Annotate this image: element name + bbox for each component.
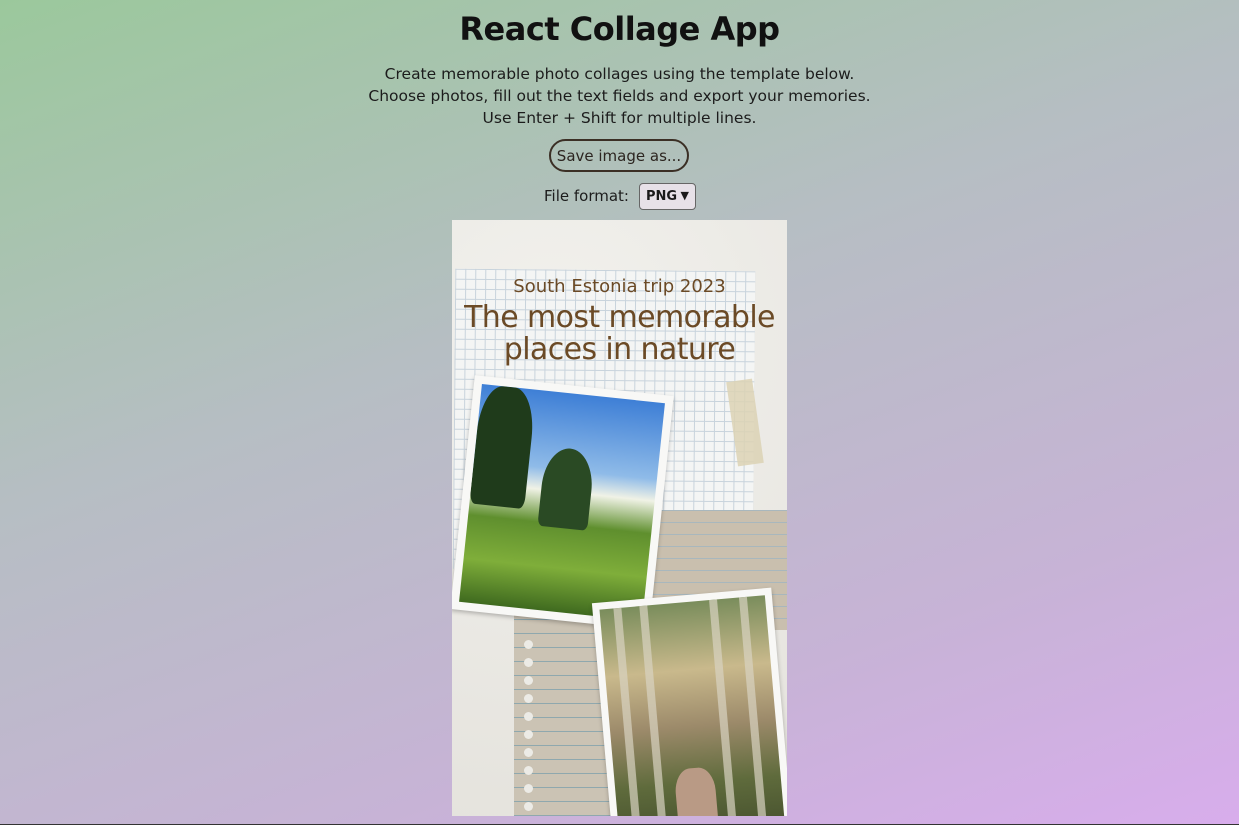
tree-trunk: [639, 605, 667, 816]
notebook-holes: [524, 640, 534, 816]
description-line: Choose photos, fill out the text fields …: [368, 87, 871, 105]
notebook-hole: [524, 802, 533, 811]
collage-subtitle-field[interactable]: South Estonia trip 2023: [452, 276, 787, 297]
chevron-down-icon: ▼: [680, 188, 689, 202]
notebook-hole: [524, 766, 533, 775]
tree-shape: [469, 383, 537, 510]
notebook-hole: [524, 640, 533, 649]
file-format-row: File format: PNG ▼: [544, 182, 696, 210]
headline-line: places in nature: [503, 332, 736, 367]
notebook-hole: [524, 712, 533, 721]
notebook-hole: [524, 694, 533, 703]
headline-line: The most memorable: [464, 300, 775, 335]
collage-canvas: South Estonia trip 2023 The most memorab…: [452, 220, 787, 816]
tree-shape: [537, 445, 596, 531]
tree-trunk: [613, 607, 642, 816]
meadow-photo: [459, 383, 665, 622]
photo-slot-forest[interactable]: [591, 587, 787, 816]
save-image-button[interactable]: Save image as...: [549, 139, 689, 172]
description-line: Create memorable photo collages using th…: [384, 65, 855, 83]
file-format-select[interactable]: PNG ▼: [638, 182, 696, 210]
photo-slot-meadow[interactable]: [452, 375, 674, 630]
notebook-hole: [524, 748, 533, 757]
file-format-value: PNG: [645, 188, 678, 204]
forest-path: [673, 766, 719, 816]
file-format-label: File format:: [544, 187, 629, 205]
forest-photo: [599, 595, 785, 816]
page-description: Create memorable photo collages using th…: [0, 63, 1239, 129]
page-title: React Collage App: [459, 10, 780, 48]
collage-headline-field[interactable]: The most memorable places in nature: [452, 302, 787, 366]
notebook-hole: [524, 784, 533, 793]
description-line: Use Enter + Shift for multiple lines.: [482, 109, 757, 127]
notebook-hole: [524, 676, 533, 685]
notebook-hole: [524, 658, 533, 667]
tree-trunk: [738, 596, 767, 816]
notebook-hole: [524, 730, 533, 739]
